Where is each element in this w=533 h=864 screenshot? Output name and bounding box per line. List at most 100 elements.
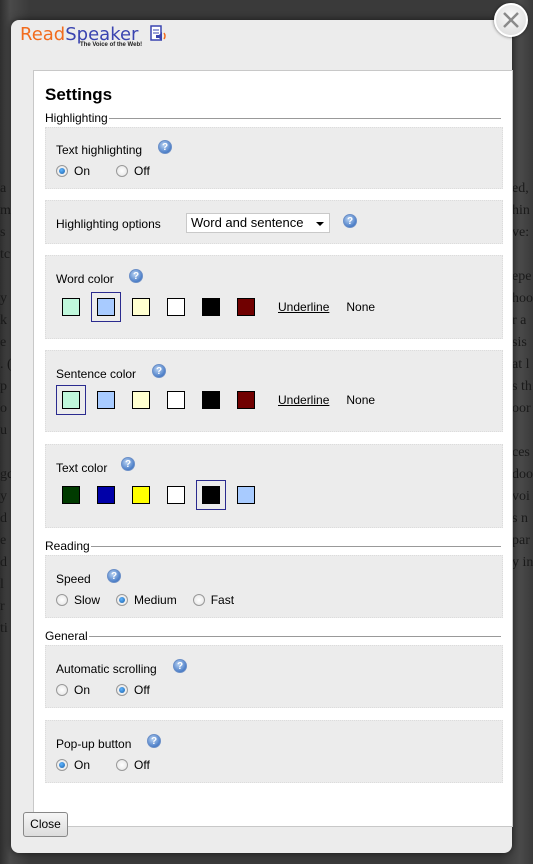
speed-group: Speed ? Slow Medium Fast — [45, 555, 503, 618]
background-text-line: epe — [512, 269, 532, 284]
logo-read: Read — [20, 24, 66, 45]
radio-button[interactable] — [116, 759, 129, 771]
help-icon[interactable]: ? — [147, 734, 161, 748]
sentence-color-swatch[interactable] — [196, 385, 226, 415]
word-color-swatches: Underline None — [56, 292, 375, 322]
highlighting-options-label: Highlighting options — [56, 217, 161, 231]
sentence-color-group: Sentence color ? Underline None — [45, 350, 503, 432]
word-color-group: Word color ? Underline None — [45, 255, 503, 339]
speed-slow-radio[interactable]: Slow — [56, 593, 100, 607]
help-icon[interactable]: ? — [173, 659, 187, 673]
color-swatch-fill — [132, 391, 150, 409]
word-color-swatch[interactable] — [56, 292, 86, 322]
color-swatch-fill — [132, 486, 150, 504]
settings-dialog: ReadSpeaker The Voice of the Web! Settin… — [11, 20, 513, 853]
help-icon[interactable]: ? — [158, 140, 172, 154]
section-divider — [45, 118, 501, 119]
background-text-line: r a — [512, 313, 527, 328]
background-text-line: hin — [512, 203, 530, 218]
radio-button[interactable] — [56, 165, 68, 177]
word-color-swatch[interactable] — [161, 292, 191, 322]
background-text-line: s th — [512, 379, 532, 394]
color-swatch-fill — [237, 298, 255, 316]
text-color-swatch[interactable] — [126, 480, 156, 510]
text-color-swatch[interactable] — [91, 480, 121, 510]
help-icon[interactable]: ? — [152, 364, 166, 378]
text-color-swatch[interactable] — [56, 480, 86, 510]
help-icon[interactable]: ? — [129, 269, 143, 283]
popup-button-on-radio[interactable]: On — [56, 758, 90, 772]
color-swatch-fill — [62, 298, 80, 316]
popup-button-off-radio[interactable]: Off — [116, 758, 150, 772]
background-text-line: doo — [512, 467, 533, 482]
text-highlighting-off-radio[interactable]: Off — [116, 164, 150, 178]
color-swatch-fill — [202, 391, 220, 409]
text-color-swatch[interactable] — [231, 480, 261, 510]
background-text-line: hoo — [512, 291, 533, 306]
text-color-swatch[interactable] — [161, 480, 191, 510]
background-text-line: par — [512, 533, 530, 548]
sentence-color-swatch[interactable] — [56, 385, 86, 415]
background-text-line: y in — [512, 555, 533, 570]
background-text-line: sis — [512, 335, 527, 350]
section-divider — [45, 636, 501, 637]
sentence-color-swatch[interactable] — [91, 385, 121, 415]
speed-medium-radio[interactable]: Medium — [116, 593, 177, 607]
section-label-general: General — [45, 629, 89, 643]
background-text-line: voi — [512, 489, 530, 504]
radio-button[interactable] — [192, 594, 205, 606]
color-swatch-fill — [202, 486, 220, 504]
section-divider — [45, 546, 501, 547]
sentence-color-underline-option[interactable]: Underline — [278, 393, 329, 407]
settings-panel: Settings Highlighting Text highlighting … — [33, 70, 513, 827]
radio-button[interactable] — [56, 759, 68, 771]
color-swatch-fill — [97, 298, 115, 316]
text-highlighting-on-radio[interactable]: On — [56, 164, 90, 178]
page-title: Settings — [45, 85, 113, 104]
color-swatch-fill — [167, 298, 185, 316]
background-page-text-right: ed, hin ve: epe hoo r a sis at l s th oor ces doo… — [512, 178, 533, 574]
background-text-line: ces — [512, 445, 530, 460]
automatic-scrolling-on-radio[interactable]: On — [56, 683, 90, 697]
word-color-swatch[interactable] — [126, 292, 156, 322]
sentence-color-label: Sentence color — [56, 367, 137, 381]
help-icon[interactable]: ? — [121, 457, 135, 471]
close-button[interactable]: Close — [23, 812, 68, 837]
help-icon[interactable]: ? — [107, 569, 121, 583]
text-highlighting-group: Text highlighting ? On Off — [45, 127, 503, 189]
close-dialog-button[interactable] — [494, 3, 528, 37]
sentence-color-none-option[interactable]: None — [346, 393, 375, 407]
radio-button[interactable] — [116, 594, 129, 606]
word-color-swatch[interactable] — [196, 292, 226, 322]
text-color-swatch[interactable] — [196, 480, 226, 510]
radio-button[interactable] — [116, 684, 129, 696]
word-color-swatch[interactable] — [91, 292, 121, 322]
radio-button[interactable] — [56, 594, 68, 606]
background-text-line: ve: — [512, 225, 530, 240]
sentence-color-swatch[interactable] — [231, 385, 261, 415]
sentence-color-swatch[interactable] — [161, 385, 191, 415]
word-color-swatch[interactable] — [231, 292, 261, 322]
section-label-reading: Reading — [45, 539, 91, 553]
color-swatch-fill — [237, 391, 255, 409]
speed-fast-radio[interactable]: Fast — [192, 593, 234, 607]
highlighting-options-group: Highlighting options Word and sentence ? — [45, 200, 503, 244]
word-color-none-option[interactable]: None — [346, 300, 375, 314]
radio-button[interactable] — [56, 684, 68, 696]
background-text-line: oor — [512, 401, 531, 416]
readspeaker-logo: ReadSpeaker The Voice of the Web! — [20, 24, 166, 50]
radio-button[interactable] — [116, 165, 129, 177]
background-text-line: s n — [512, 511, 528, 526]
speaker-icon — [150, 25, 166, 41]
color-swatch-fill — [97, 391, 115, 409]
sentence-color-swatch[interactable] — [126, 385, 156, 415]
color-swatch-fill — [62, 391, 80, 409]
automatic-scrolling-group: Automatic scrolling ? On Off — [45, 645, 503, 708]
help-icon[interactable]: ? — [343, 214, 357, 228]
automatic-scrolling-off-radio[interactable]: Off — [116, 683, 150, 697]
automatic-scrolling-label: Automatic scrolling — [56, 662, 157, 676]
text-color-swatches — [56, 480, 266, 510]
word-color-underline-option[interactable]: Underline — [278, 300, 329, 314]
background-text-line: ed, — [512, 181, 529, 196]
highlighting-options-select[interactable]: Word and sentence — [186, 213, 330, 233]
